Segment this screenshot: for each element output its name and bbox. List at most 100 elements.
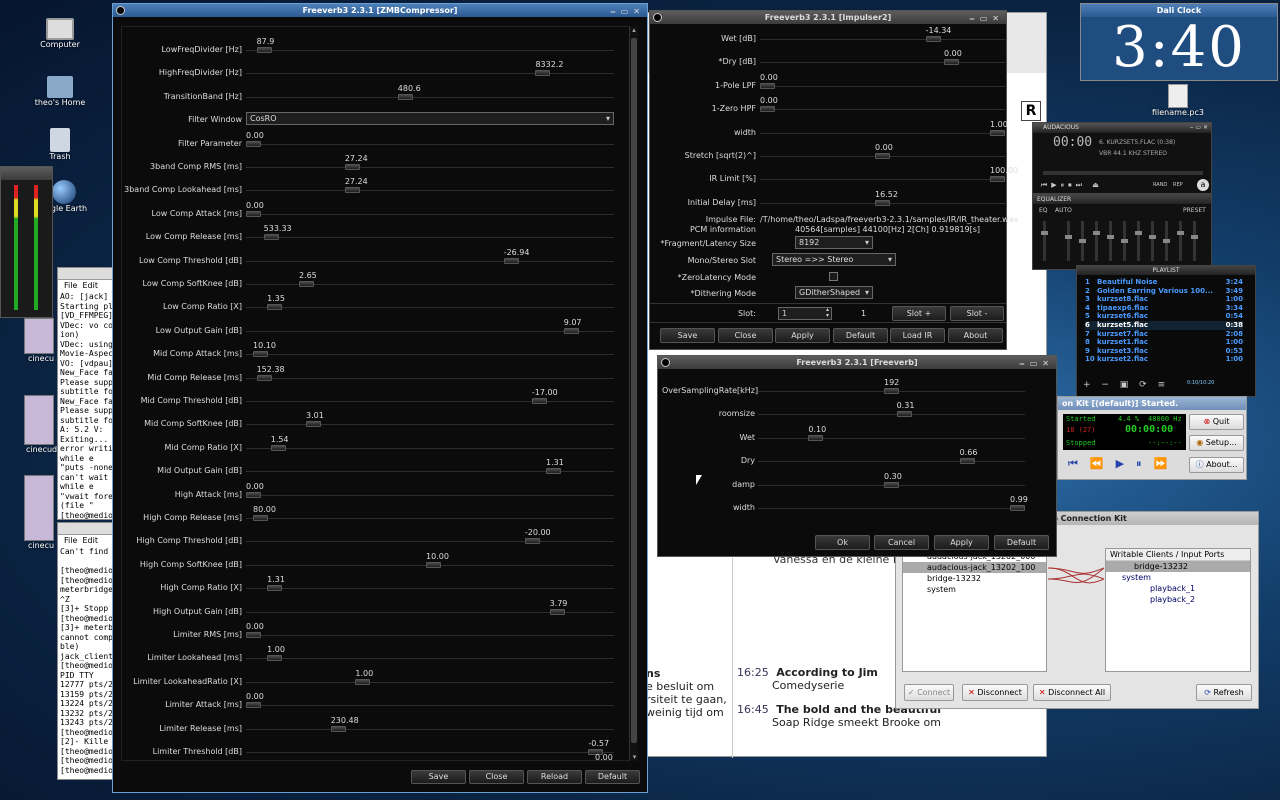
connect-button[interactable]: ✓ Connect: [904, 684, 954, 701]
slider-track[interactable]: [246, 705, 614, 707]
slider-knob[interactable]: [246, 702, 261, 709]
disconnect-all-button[interactable]: ✕ Disconnect All: [1033, 684, 1111, 701]
cinecu-desktop-icon-2[interactable]: cinecu: [24, 475, 58, 550]
playlist-titlebar[interactable]: PLAYLIST: [1077, 266, 1255, 275]
client-item[interactable]: system: [903, 584, 1046, 595]
slider-track[interactable]: [760, 179, 1005, 181]
playlist-item[interactable]: 9 kurzset3.flac 0:53: [1085, 347, 1243, 356]
eq-band-slider[interactable]: [1041, 221, 1048, 261]
fv-default-button[interactable]: Default: [994, 535, 1049, 550]
setup-button[interactable]: ◉ Setup...: [1189, 435, 1244, 451]
writable-clients-list[interactable]: Writable Clients / Input Ports bridge-13…: [1105, 548, 1251, 672]
eq-band-knob[interactable]: [1177, 231, 1184, 235]
window-controls-icon[interactable]: ‒▭✕: [969, 12, 1004, 24]
disconnect-button[interactable]: ✕ Disconnect: [962, 684, 1028, 701]
slider-track[interactable]: [246, 96, 614, 98]
eq-band-slider[interactable]: [1177, 221, 1184, 261]
freeverb-titlebar[interactable]: Freeverb3 2.3.1 [Freeverb] ‒▭✕: [658, 356, 1056, 369]
slider-knob[interactable]: [253, 351, 269, 358]
window-controls-icon[interactable]: ‒▭✕: [610, 5, 645, 17]
slider-knob[interactable]: [267, 585, 283, 592]
slider-knob[interactable]: [546, 468, 562, 475]
slider-knob[interactable]: [355, 678, 371, 685]
eq-band-slider[interactable]: [1107, 221, 1114, 261]
slider-track[interactable]: [246, 658, 614, 660]
terminal-window-2[interactable]: File Edit Can't find [theo@medio [theo@med…: [57, 522, 113, 780]
readable-clients-list[interactable]: audacious-jack_13202_000 audacious-jack_…: [902, 550, 1047, 672]
fv-ok-button[interactable]: Ok: [815, 535, 870, 550]
scroll-down-icon[interactable]: ▾: [630, 753, 639, 761]
slider-knob[interactable]: [959, 458, 975, 465]
slider-knob[interactable]: [298, 281, 314, 287]
slider-track[interactable]: [760, 62, 1005, 64]
slider-track[interactable]: [246, 494, 614, 496]
slider-knob[interactable]: [246, 140, 261, 147]
slider-track[interactable]: [246, 424, 614, 426]
slider-knob[interactable]: [875, 153, 890, 159]
fragment-select[interactable]: 8192: [795, 236, 873, 249]
imp-default-button[interactable]: Default: [833, 328, 888, 343]
clock-titlebar[interactable]: Dali Clock: [1081, 4, 1277, 17]
slider-track[interactable]: [760, 39, 1005, 40]
slider-knob[interactable]: [535, 70, 551, 77]
qjackctl-titlebar[interactable]: on Kit [(default)] Started.: [1058, 397, 1246, 410]
dithering-select[interactable]: GDitherShaped: [795, 286, 873, 299]
refresh-button[interactable]: ⟳ Refresh: [1196, 684, 1252, 701]
slot-minus-button[interactable]: Slot -: [950, 306, 1004, 321]
qjackctl-window[interactable]: on Kit [(default)] Started. Started 4.4 …: [1057, 396, 1247, 480]
playlist-item[interactable]: 8 kurzset1.flac 1:00: [1085, 338, 1243, 347]
eq-auto-button[interactable]: AUTO: [1055, 207, 1072, 214]
slider-knob[interactable]: [253, 515, 269, 521]
slot-plus-button[interactable]: Slot +: [892, 306, 946, 321]
slider-knob[interactable]: [990, 129, 1005, 136]
client-item[interactable]: bridge-13232: [903, 573, 1046, 584]
slider-knob[interactable]: [1010, 505, 1025, 511]
slider-track[interactable]: [246, 237, 614, 239]
slider-knob[interactable]: [884, 388, 899, 394]
param-select[interactable]: CosRO: [246, 112, 614, 126]
eq-band-knob[interactable]: [1135, 231, 1142, 235]
tv-title[interactable]: According to Jim: [776, 666, 878, 679]
eq-band-slider[interactable]: [1163, 221, 1170, 261]
terminal-titlebar[interactable]: [58, 268, 112, 280]
slider-track[interactable]: [246, 50, 614, 51]
slider-track[interactable]: [246, 635, 614, 636]
playlist-item[interactable]: 4 tipaexp6.flac 3:34: [1085, 304, 1243, 313]
audacious-logo-icon[interactable]: a: [1197, 179, 1209, 191]
zmb-scrollbar[interactable]: ▴ ▾: [629, 26, 638, 761]
menu-file[interactable]: File: [64, 536, 77, 545]
slider-knob[interactable]: [896, 411, 912, 418]
seek-bar[interactable]: [1043, 171, 1203, 175]
slider-track[interactable]: [246, 681, 614, 683]
filename-desktop-icon[interactable]: filename.pc3: [1148, 84, 1208, 117]
scroll-thumb[interactable]: [631, 38, 637, 743]
slider-knob[interactable]: [246, 210, 261, 217]
imp-apply-button[interactable]: Apply: [775, 328, 830, 343]
cinecu-desktop-icon-1[interactable]: cinecu: [24, 318, 58, 363]
slider-track[interactable]: [758, 437, 1025, 439]
playlist-item[interactable]: 6 kurzset5.flac 0:38: [1085, 320, 1243, 330]
fv-cancel-button[interactable]: Cancel: [874, 535, 929, 550]
playlist-item[interactable]: 2 Golden Earring Various 100... 3:49: [1085, 287, 1243, 296]
terminal-titlebar[interactable]: [58, 523, 112, 535]
playlist-list[interactable]: 1 Beautiful Noise 3:24 2 Golden Earring Vari…: [1085, 278, 1243, 364]
slider-track[interactable]: [246, 307, 614, 309]
menu-edit[interactable]: Edit: [82, 281, 98, 290]
default-button[interactable]: Default: [585, 770, 640, 784]
dali-clock-window[interactable]: Dali Clock 3:40: [1080, 3, 1278, 81]
eq-band-slider[interactable]: [1191, 221, 1198, 261]
audacious-titlebar[interactable]: AUDACIOUS ‒ ▭ ✕: [1033, 123, 1211, 133]
slider-knob[interactable]: [246, 491, 261, 498]
eq-preset-button[interactable]: PRESET: [1183, 207, 1206, 214]
load-ir-button[interactable]: Load IR: [890, 328, 945, 343]
slider-track[interactable]: [758, 461, 1025, 463]
slider-track[interactable]: [246, 354, 614, 356]
slider-track[interactable]: [760, 109, 1005, 111]
eq-band-knob[interactable]: [1191, 235, 1198, 239]
eq-band-knob[interactable]: [1149, 235, 1156, 239]
slider-knob[interactable]: [397, 93, 413, 100]
imp-close-button[interactable]: Close: [718, 328, 773, 343]
eq-band-slider[interactable]: [1079, 221, 1086, 261]
slider-knob[interactable]: [344, 187, 360, 194]
slider-knob[interactable]: [344, 164, 360, 170]
